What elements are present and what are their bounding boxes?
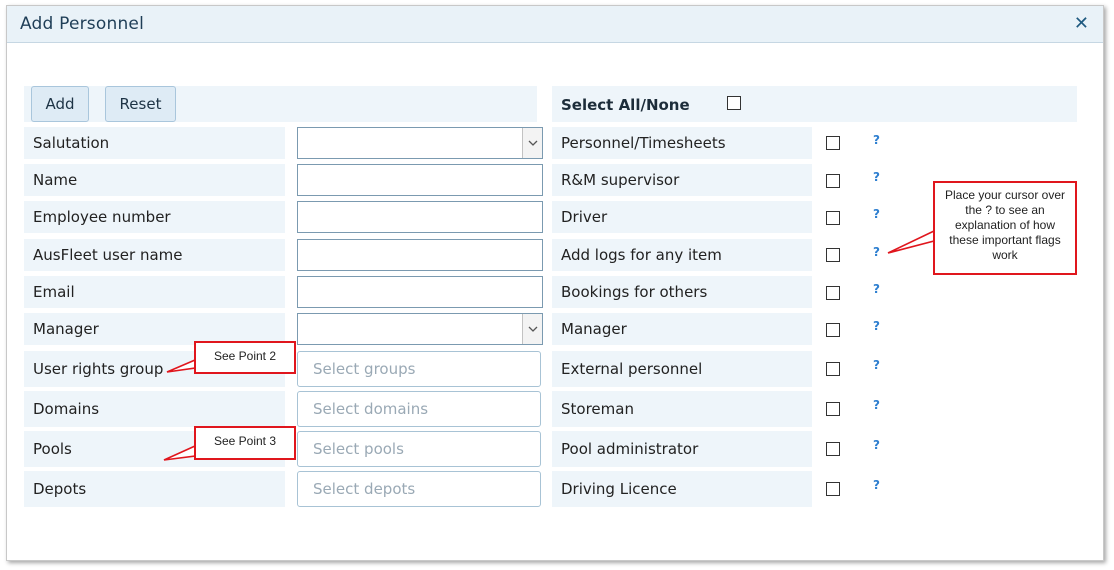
callout-text: See Point 3 bbox=[213, 434, 277, 448]
callout-see-point-3: See Point 3 bbox=[194, 426, 296, 460]
add-personnel-dialog: Add Personnel ✕ Add Reset Select All/Non… bbox=[6, 5, 1104, 561]
callout-pointer-point2 bbox=[166, 358, 196, 373]
callout-pointer-flags bbox=[887, 229, 935, 254]
callout-pointers bbox=[163, 229, 935, 461]
callout-text: See Point 2 bbox=[213, 349, 277, 363]
callout-text: Place your cursor over the ? to see an e… bbox=[944, 188, 1066, 262]
callout-pointer-point3 bbox=[163, 444, 196, 461]
callout-see-point-2: See Point 2 bbox=[194, 341, 296, 374]
callout-flags-help: Place your cursor over the ? to see an e… bbox=[933, 181, 1077, 275]
